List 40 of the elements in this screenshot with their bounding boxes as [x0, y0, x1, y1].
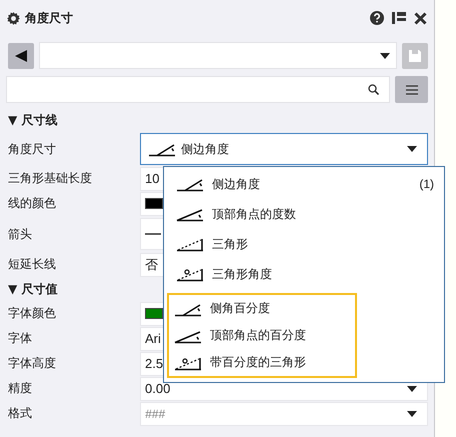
- dropdown-field[interactable]: 侧边角度: [140, 133, 428, 165]
- menu-item[interactable]: 顶部角点的百分度: [169, 322, 355, 349]
- menu-item[interactable]: 带百分度的三角形: [169, 349, 355, 376]
- caret-icon: [407, 146, 417, 152]
- layout-icon[interactable]: [392, 11, 406, 25]
- search-field[interactable]: [6, 76, 390, 103]
- help-icon[interactable]: [370, 11, 384, 25]
- menu-button[interactable]: [395, 76, 428, 103]
- back-button[interactable]: [8, 42, 34, 68]
- menu-item[interactable]: 顶部角点的度数: [169, 199, 442, 229]
- menu-item[interactable]: 三角形角度: [169, 259, 442, 289]
- menu-item[interactable]: 侧角百分度: [169, 295, 355, 322]
- search-icon: [368, 84, 379, 95]
- back-icon: [14, 48, 28, 62]
- caret-icon: [380, 52, 390, 58]
- dropdown-field[interactable]: ###: [140, 402, 428, 426]
- property-label: 线的颜色: [8, 195, 57, 212]
- property-label: 格式: [8, 405, 33, 422]
- property-label: 短延长线: [8, 256, 57, 273]
- gear-icon: [7, 12, 20, 24]
- item-count: (1): [419, 177, 434, 191]
- property-label: 字体颜色: [8, 305, 57, 322]
- panel-title: 角度尺寸: [25, 10, 73, 26]
- close-icon[interactable]: [414, 12, 427, 24]
- property-label: 角度尺寸: [8, 140, 57, 158]
- menu-item[interactable]: 侧边角度 (1): [169, 169, 442, 199]
- property-label: 字体高度: [8, 355, 57, 372]
- triangle-icon: [175, 266, 205, 282]
- caret-icon: [407, 410, 417, 416]
- triangle-icon: [175, 236, 205, 252]
- line-end-icon: [145, 232, 161, 236]
- menu-icon: [406, 84, 418, 94]
- menu-item[interactable]: 三角形: [169, 229, 442, 259]
- property-label: 字体: [8, 330, 33, 347]
- caret-icon: [407, 386, 417, 392]
- section-header[interactable]: ▼ 尺寸线: [8, 108, 428, 132]
- property-label: 精度: [8, 380, 33, 397]
- property-label: 三角形基础长度: [8, 170, 93, 187]
- save-icon: [408, 48, 422, 62]
- property-label: 箭头: [8, 226, 33, 242]
